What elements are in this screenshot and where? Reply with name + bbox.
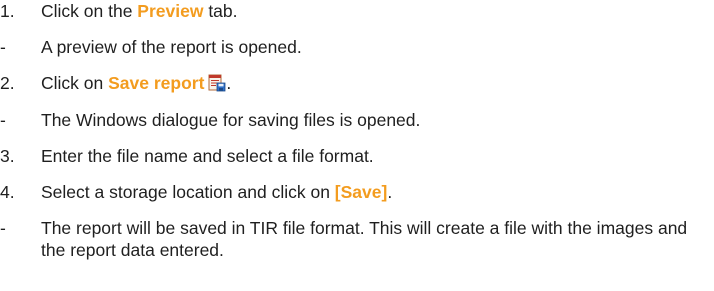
step-number: 1. xyxy=(0,1,15,21)
result-text: A preview of the report is opened. xyxy=(41,37,302,57)
instruction-list: 1. Click on the Preview tab. - A preview… xyxy=(0,0,714,291)
step-1: 1. Click on the Preview tab. xyxy=(0,0,714,22)
step-text-after: tab. xyxy=(203,1,238,21)
step-text: Click on Save report . xyxy=(41,72,231,94)
result-2: - The Windows dialogue for saving files … xyxy=(0,109,714,131)
result-dash: - xyxy=(0,37,6,57)
result-1: - A preview of the report is opened. xyxy=(0,36,714,58)
step-text: Enter the file name and select a file fo… xyxy=(41,146,374,166)
step-number: 3. xyxy=(0,146,15,166)
step-number: 2. xyxy=(0,73,15,93)
step-text-before: Click on the xyxy=(41,1,138,21)
step-text-before: Click on xyxy=(41,73,109,93)
step-text-after: . xyxy=(387,182,393,202)
step-text-before: Select a storage location and click on xyxy=(41,182,335,202)
step-text: Click on the Preview tab. xyxy=(41,0,238,22)
save-report-reference: Save report xyxy=(108,73,205,93)
step-text-after: . xyxy=(226,73,232,93)
result-dash: - xyxy=(0,110,6,130)
result-text: The Windows dialogue for saving files is… xyxy=(41,110,421,130)
step-text: Select a storage location and click on [… xyxy=(41,181,392,203)
save-report-icon xyxy=(208,74,226,92)
result-dash: - xyxy=(0,218,6,238)
step-number: 4. xyxy=(0,182,15,202)
save-button-reference: [Save] xyxy=(334,182,388,202)
result-4: - The report will be saved in TIR file f… xyxy=(0,217,696,261)
step-3: 3. Enter the file name and select a file… xyxy=(0,145,714,167)
step-4: 4. Select a storage location and click o… xyxy=(0,181,714,203)
preview-tab-reference: Preview xyxy=(137,1,204,21)
step-2: 2. Click on Save report . xyxy=(0,72,714,94)
result-text: The report will be saved in TIR file for… xyxy=(41,218,688,260)
